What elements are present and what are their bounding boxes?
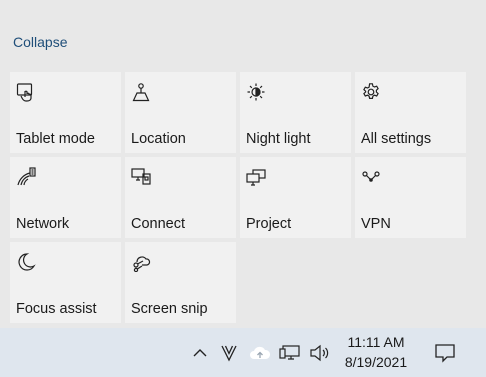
tile-label: VPN xyxy=(361,216,391,232)
tile-label: Screen snip xyxy=(131,301,208,317)
connect-icon xyxy=(131,167,151,187)
gear-icon xyxy=(361,82,381,102)
action-center: Collapse Tablet mode Location Night ligh… xyxy=(0,0,486,328)
project-icon xyxy=(246,167,266,187)
collapse-link[interactable]: Collapse xyxy=(13,34,67,50)
tile-label: Connect xyxy=(131,216,186,232)
clock[interactable]: 11:11 AM 8/19/2021 xyxy=(340,332,412,372)
tile-label: Location xyxy=(131,131,186,147)
volume-icon[interactable] xyxy=(309,342,331,364)
tile-label: Focus assist xyxy=(16,301,97,317)
taskbar: 11:11 AM 8/19/2021 xyxy=(0,328,486,377)
tile-label: Tablet mode xyxy=(16,131,95,147)
v-app-icon[interactable] xyxy=(218,342,240,364)
tile-screen-snip[interactable]: Screen snip xyxy=(125,242,236,323)
tile-all-settings[interactable]: All settings xyxy=(355,72,466,153)
moon-icon xyxy=(16,252,36,272)
notification-icon[interactable] xyxy=(434,342,456,364)
tile-night-light[interactable]: Night light xyxy=(240,72,351,153)
vpn-icon xyxy=(361,167,381,187)
tile-vpn[interactable]: VPN xyxy=(355,157,466,238)
chevron-up-icon[interactable] xyxy=(189,342,211,364)
tile-label: Network xyxy=(16,216,70,232)
tile-focus-assist[interactable]: Focus assist xyxy=(10,242,121,323)
network-wired-icon[interactable] xyxy=(279,342,301,364)
tile-connect[interactable]: Connect xyxy=(125,157,236,238)
clock-date: 8/19/2021 xyxy=(344,354,408,370)
night-light-icon xyxy=(246,82,266,102)
tile-project[interactable]: Project xyxy=(240,157,351,238)
tile-location[interactable]: Location xyxy=(125,72,236,153)
cloud-upload-icon[interactable] xyxy=(249,342,271,364)
clock-time: 11:11 AM xyxy=(347,334,405,350)
tablet-mode-icon xyxy=(16,82,36,102)
location-icon xyxy=(131,82,151,102)
tile-label: All settings xyxy=(361,131,432,147)
tile-tablet-mode[interactable]: Tablet mode xyxy=(10,72,121,153)
tile-label: Night light xyxy=(246,131,311,147)
network-icon xyxy=(16,167,36,187)
tile-label: Project xyxy=(246,216,292,232)
screen-snip-icon xyxy=(131,252,151,272)
tile-network[interactable]: Network xyxy=(10,157,121,238)
